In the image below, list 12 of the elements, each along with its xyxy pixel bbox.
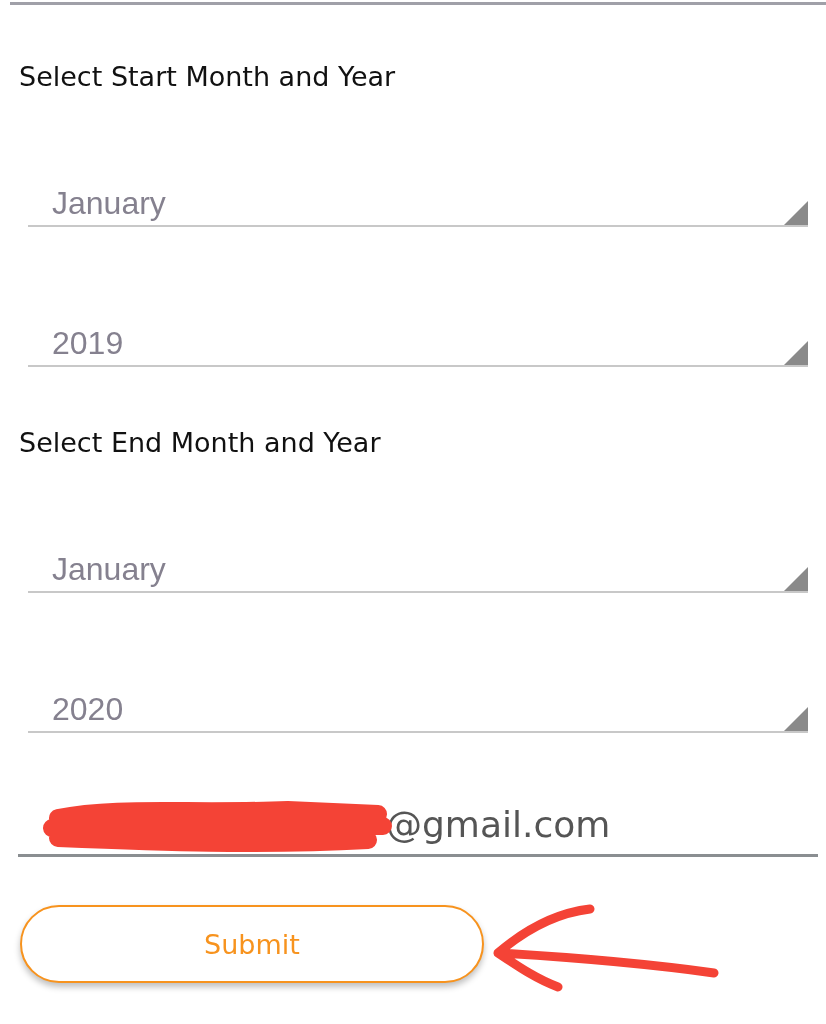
dropdown-triangle-icon bbox=[784, 707, 808, 731]
dropdown-triangle-icon bbox=[784, 201, 808, 225]
dropdown[interactable]: January bbox=[28, 547, 808, 593]
dropdown-triangle-icon bbox=[784, 567, 808, 591]
dropdown[interactable]: January bbox=[28, 181, 808, 227]
dropdown-triangle-icon bbox=[784, 341, 808, 365]
section-label: Select Start Month and Year bbox=[19, 60, 397, 94]
submit-button[interactable]: Submit bbox=[20, 905, 484, 983]
email-field[interactable]: @gmail.com bbox=[18, 794, 818, 857]
section-label: Select End Month and Year bbox=[19, 426, 382, 460]
dropdown[interactable]: 2020 bbox=[28, 687, 808, 733]
dropdown[interactable]: 2019 bbox=[28, 321, 808, 367]
